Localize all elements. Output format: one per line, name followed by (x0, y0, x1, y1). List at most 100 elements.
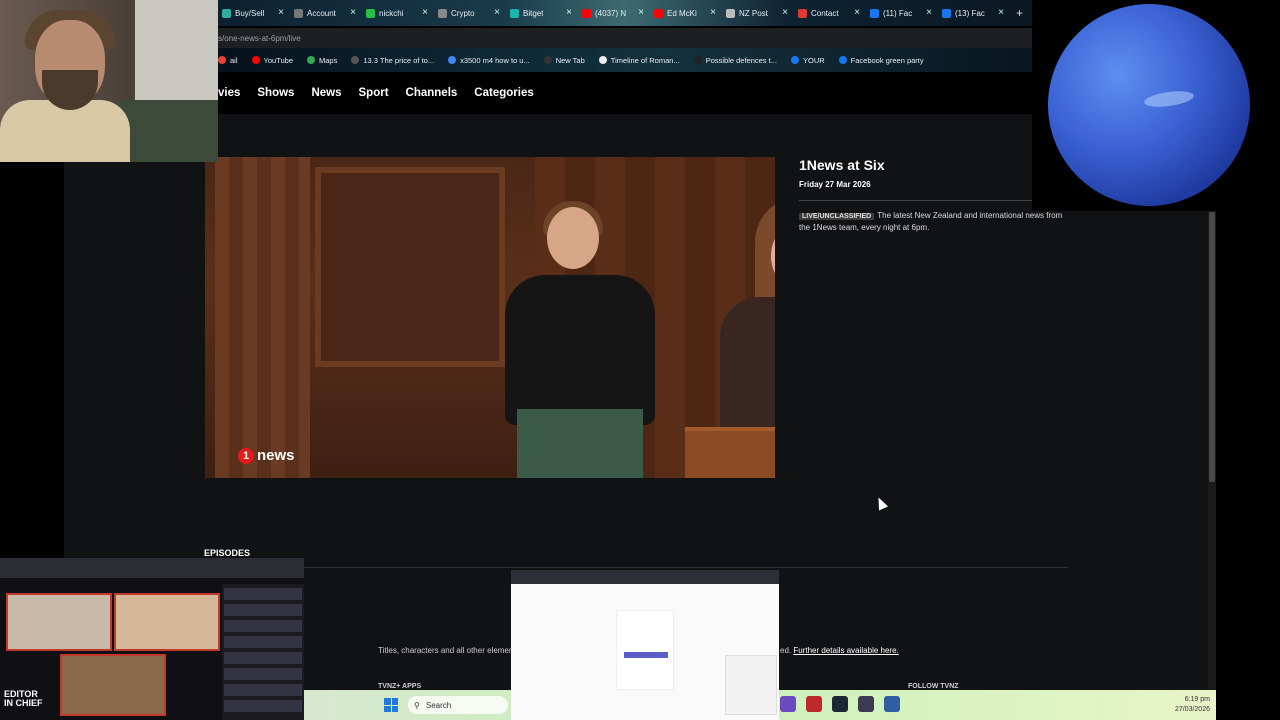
bookmarks-bar: ail YouTube Maps 13.3 The price of to... x35… (218, 48, 1032, 72)
taskbar-search[interactable]: ⚲ Search (408, 696, 508, 714)
call-sidebar (222, 584, 304, 720)
1news-logo-text: news (257, 447, 295, 464)
close-icon[interactable]: × (854, 7, 860, 18)
bookmark-favicon-icon (351, 56, 360, 64)
bookmark-label: ail (230, 55, 238, 65)
close-icon[interactable]: × (998, 7, 1004, 18)
tab-favicon-icon (510, 8, 519, 18)
tab-label: Contact (811, 8, 839, 18)
bookmark-item[interactable]: YouTube (251, 56, 293, 65)
bookmark-item[interactable]: ail (218, 56, 238, 65)
tab-favicon-icon (366, 8, 375, 18)
wood-panel-left (215, 157, 310, 478)
taskbar-app-icon[interactable] (780, 696, 796, 712)
footer-apps-heading: TVNZ+ APPS (378, 683, 422, 690)
nav-item-movies[interactable]: vies (218, 87, 240, 99)
bookmark-item[interactable]: Possible defences t... (693, 56, 777, 65)
close-icon[interactable]: × (926, 7, 932, 18)
bookmark-favicon-icon (790, 56, 799, 64)
scrollbar-thumb[interactable] (1209, 212, 1215, 482)
1news-logo: 1 news (238, 447, 295, 464)
nav-item-sport[interactable]: Sport (359, 87, 389, 99)
tab-favicon-icon (222, 8, 231, 18)
bookmark-favicon-icon (543, 56, 552, 64)
bookmark-item[interactable]: Timeline of Roman... (598, 56, 680, 65)
close-icon[interactable]: × (566, 7, 572, 18)
bookmark-favicon-icon (838, 56, 847, 64)
nav-item-news[interactable]: News (311, 87, 341, 99)
bookmark-label: 13.3 The price of to... (363, 55, 435, 65)
taskbar-search-label: Search (425, 700, 452, 710)
browser-tab[interactable]: NZ Post × (722, 2, 794, 24)
tab-favicon-icon (870, 8, 879, 18)
clock-date: 27/03/2026 (1174, 706, 1210, 713)
editor-badge-line2: IN CHIEF (4, 698, 43, 708)
classification-badge: LIVE/UNCLASSIFIED (799, 213, 875, 220)
sign-language-interpreter (495, 197, 665, 478)
bookmark-item[interactable]: 13.3 The price of to... (351, 56, 434, 65)
bookmark-item[interactable]: Facebook green party (838, 56, 924, 65)
video-player[interactable]: 1 news (205, 157, 775, 478)
taskbar-pinned-apps (780, 696, 910, 712)
windows-start-icon[interactable] (384, 698, 398, 712)
bookmark-favicon-icon (693, 56, 702, 64)
footer-copyright-end: ed. Further details available here. (780, 646, 899, 655)
taskbar-app-icon[interactable] (806, 696, 822, 712)
browser-tab[interactable]: Bitget × (506, 2, 578, 24)
browser-tab[interactable]: (11) Fac × (866, 2, 938, 24)
participant-tile (6, 593, 112, 651)
browser-tab[interactable]: (4037) N × (578, 2, 650, 24)
bookmark-item[interactable]: x3500 m4 how to u... (448, 56, 530, 65)
tab-label: Buy/Sell (235, 8, 265, 18)
bookmark-item[interactable]: Maps (307, 56, 337, 65)
bookmark-favicon-icon (251, 56, 260, 64)
close-icon[interactable]: × (494, 7, 500, 18)
url-text[interactable]: s/one-news-at-6pm/live (218, 34, 301, 43)
side-panel (725, 655, 777, 715)
bookmark-favicon-icon (307, 56, 315, 64)
close-icon[interactable]: × (782, 7, 788, 18)
taskbar-clock[interactable]: 6:19 pm 27/03/2026 (1175, 695, 1210, 715)
video-call-overlay: EDITOR IN CHIEF (0, 558, 304, 720)
podium (685, 427, 775, 478)
nav-item-categories[interactable]: Categories (474, 87, 533, 99)
nav-item-channels[interactable]: Channels (406, 87, 458, 99)
browser-tab[interactable]: nickchi × (362, 2, 434, 24)
tab-label: Account (307, 8, 336, 18)
bookmark-favicon-icon (448, 56, 457, 64)
tab-label: Crypto (451, 8, 475, 18)
address-bar[interactable]: s/one-news-at-6pm/live (218, 28, 1032, 48)
close-icon[interactable]: × (350, 7, 356, 18)
browser-tab[interactable]: Contact × (794, 2, 866, 24)
taskbar-app-icon[interactable] (832, 696, 848, 712)
browser-tab-bar: Buy/Sell × Account × nickchi × Crypto × Bitget ×(… (218, 0, 1032, 26)
bookmark-item[interactable]: New Tab (543, 56, 585, 65)
taskbar-app-icon[interactable] (884, 696, 900, 712)
tab-label: (13) Fac (955, 8, 985, 18)
taskbar-app-icon[interactable] (858, 696, 874, 712)
close-icon[interactable]: × (638, 7, 644, 18)
participant-tile (114, 593, 220, 651)
close-icon[interactable]: × (710, 7, 716, 18)
nav-item-shows[interactable]: Shows (257, 87, 294, 99)
further-details-link[interactable]: Further details available here. (793, 646, 898, 655)
tab-favicon-icon (438, 8, 447, 18)
webcam-overlay (0, 0, 218, 162)
close-icon[interactable]: × (278, 7, 284, 18)
footer-copyright-suffix: ed. (780, 646, 792, 655)
browser-tab[interactable]: Account × (290, 2, 362, 24)
browser-tab[interactable]: Buy/Sell × (218, 2, 290, 24)
bookmark-item[interactable]: YOUR (790, 56, 825, 65)
footer-follow-heading: FOLLOW TVNZ (908, 683, 959, 690)
bookmark-favicon-icon (598, 56, 607, 64)
tab-favicon-icon (582, 8, 591, 18)
browser-tab[interactable]: Ed McKi × (650, 2, 722, 24)
footer-copyright: Titles, characters and all other element (378, 646, 516, 655)
tab-label: nickchi (379, 8, 404, 18)
new-tab-button[interactable]: + (1016, 6, 1023, 20)
browser-tab[interactable]: Crypto × (434, 2, 506, 24)
site-nav: vies Shows News Sport Channels Categorie… (218, 80, 551, 106)
bookmark-label: Maps (319, 55, 338, 65)
close-icon[interactable]: × (422, 7, 428, 18)
browser-tab[interactable]: (13) Fac × (938, 2, 1010, 24)
